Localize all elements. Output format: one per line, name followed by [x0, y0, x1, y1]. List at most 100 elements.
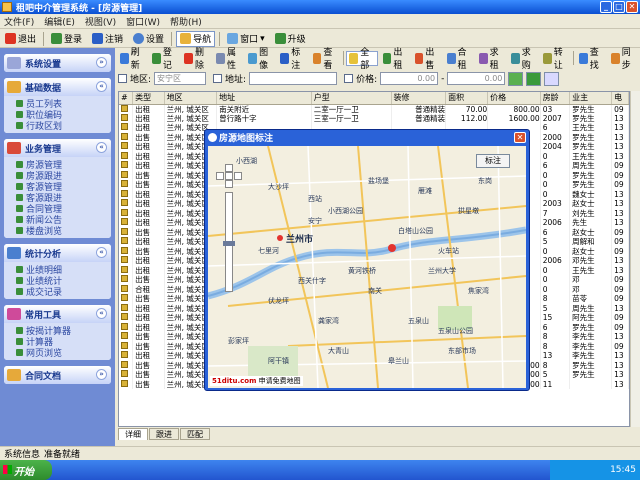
address-checkbox[interactable]	[213, 74, 223, 83]
start-button[interactable]: 开始	[0, 460, 52, 480]
map-view[interactable]: 小西湖 大沙坪 西站 盐场堡 雁滩 东岗 五泉山 伏龙坪 七里河 龚家湾 安宁 小西湖公园 白塔山公园兰…	[208, 146, 526, 388]
sidebar-item-deals[interactable]: 成交记录	[16, 286, 111, 298]
column-header[interactable]: 价格	[487, 92, 541, 105]
app-icon	[2, 2, 12, 12]
table-cell: 阿先生	[569, 313, 613, 323]
sync-button[interactable]: 同步	[609, 48, 638, 71]
taskbar: 开始 15:45	[0, 460, 640, 480]
filter-sale-button[interactable]: 出售	[413, 48, 442, 71]
address-input[interactable]	[249, 72, 338, 85]
column-header[interactable]: 类型	[132, 92, 165, 105]
price-from-input[interactable]: 0.00	[380, 72, 439, 85]
search-button[interactable]: 查找	[577, 48, 606, 71]
collapse-icon[interactable]: »	[96, 369, 107, 380]
close-button[interactable]: ✕	[626, 1, 638, 13]
column-header[interactable]: 电	[611, 92, 629, 105]
sidebar-item-buildings[interactable]: 楼盘浏览	[16, 225, 111, 237]
region-select[interactable]: 安宁区	[154, 72, 207, 85]
menu-help[interactable]: 帮助(H)	[170, 15, 202, 28]
menu-view[interactable]: 视图(V)	[85, 15, 116, 28]
column-header[interactable]: 业主	[569, 92, 613, 105]
collapse-icon[interactable]: »	[96, 57, 107, 68]
sidebar-item-web-browse[interactable]: 网页浏览	[16, 347, 111, 359]
chevron-down-icon: ▾	[260, 33, 265, 44]
delete-button[interactable]: 删除	[182, 48, 211, 71]
filter-wanted-buy-button[interactable]: 求购	[509, 48, 538, 71]
zoom-slider[interactable]	[223, 192, 235, 292]
sidebar-group-stats: 统计分析 « 业绩明细 业绩统计 成交记录	[4, 244, 111, 299]
apply-filter-button[interactable]	[508, 71, 524, 86]
filter-rent-button[interactable]: 出租	[381, 48, 410, 71]
tab-detail[interactable]: 详细	[118, 428, 148, 440]
column-header[interactable]: 地区	[164, 92, 218, 105]
filter-wanted-rent-button[interactable]: 求租	[477, 48, 506, 71]
map-logo: 51ditu.com 申请免费地图	[210, 376, 303, 386]
logout-button[interactable]: 注销	[89, 31, 126, 47]
rent-icon	[382, 52, 392, 64]
table-cell: 0	[540, 189, 571, 199]
column-header[interactable]: 面积	[445, 92, 489, 105]
column-header[interactable]: 房龄	[540, 92, 571, 105]
table-cell: 09	[611, 294, 629, 304]
region-checkbox[interactable]	[118, 74, 127, 83]
collapse-icon[interactable]: «	[96, 81, 107, 92]
sidebar-header-tools[interactable]: 常用工具 «	[4, 305, 111, 323]
tab-match[interactable]: 匹配	[180, 428, 210, 440]
reset-filter-button[interactable]	[526, 71, 542, 86]
table-row[interactable]: 出租 兰州, 城关区 曾行路十字 三室一厅一卫 普通精装 112.00 1600.00 200…	[119, 113, 629, 123]
price-checkbox[interactable]	[344, 74, 354, 83]
annotate-map-button[interactable]: 标注	[476, 154, 510, 168]
column-header[interactable]: 地址	[216, 92, 312, 105]
price-to-input[interactable]: 0.00	[447, 72, 506, 85]
collapse-icon[interactable]: «	[96, 247, 107, 258]
table-scrollbar[interactable]	[630, 91, 640, 427]
sidebar-header-contract-docs[interactable]: 合同文档»	[4, 366, 111, 384]
table-cell: 09	[611, 322, 629, 332]
menu-edit[interactable]: 编辑(E)	[44, 15, 75, 28]
pan-center[interactable]	[225, 172, 233, 180]
table-cell: 出租	[132, 265, 165, 275]
menu-window[interactable]: 窗口(W)	[126, 15, 160, 28]
list-icon	[16, 288, 23, 295]
exit-button[interactable]: 退出	[2, 31, 39, 47]
search-filter-button[interactable]	[544, 71, 560, 86]
table-cell: 邓先生	[569, 256, 613, 266]
refresh-button[interactable]: 刷新	[118, 48, 147, 71]
sidebar-item-districts[interactable]: 行政区划	[16, 120, 111, 132]
sidebar-header-stats[interactable]: 统计分析 «	[4, 244, 111, 262]
tab-followup[interactable]: 跟进	[149, 428, 179, 440]
listing-marker[interactable]	[388, 244, 396, 252]
filter-shared-button[interactable]: 合租	[445, 48, 474, 71]
filter-all-button[interactable]: 全部	[346, 48, 378, 71]
register-button[interactable]: 登记	[150, 48, 179, 71]
map-dialog-close-button[interactable]: ✕	[514, 132, 526, 143]
house-icon	[121, 237, 128, 245]
table-cell: 邓	[569, 275, 613, 285]
sidebar-header-system[interactable]: 系统设置»	[4, 54, 111, 72]
view-button[interactable]: 查看	[311, 48, 340, 71]
pan-right[interactable]	[234, 172, 242, 180]
table-row[interactable]: 出租 兰州, 城关区 南关附近 二室一厅一卫 普通精装 70.00 800.00 03 罗先生 0…	[119, 104, 629, 114]
zoom-handle[interactable]	[223, 241, 235, 246]
column-header[interactable]: 户型	[311, 92, 392, 105]
images-button[interactable]: 图像	[246, 48, 275, 71]
collapse-icon[interactable]: «	[96, 308, 107, 319]
minimize-button[interactable]: _	[600, 1, 612, 13]
maximize-button[interactable]: □	[613, 1, 625, 13]
sidebar-header-basic-data[interactable]: 基础数据 «	[4, 78, 111, 96]
pan-left[interactable]	[216, 172, 224, 180]
login-button[interactable]: 登录	[48, 31, 85, 47]
pan-down[interactable]	[225, 180, 233, 188]
house-icon	[121, 142, 128, 150]
column-header[interactable]: #	[119, 92, 134, 105]
collapse-icon[interactable]: «	[96, 142, 107, 153]
annotate-button[interactable]: 标注	[278, 48, 307, 71]
properties-button[interactable]: 属性	[214, 48, 243, 71]
sidebar-header-business[interactable]: 业务管理 «	[4, 139, 111, 157]
map-place-label: 小西湖	[236, 157, 257, 165]
menu-file[interactable]: 文件(F)	[4, 15, 34, 28]
house-icon	[121, 199, 128, 207]
column-header[interactable]: 装修	[391, 92, 447, 105]
filter-transfer-button[interactable]: 转让	[541, 48, 570, 71]
house-icon	[121, 256, 128, 264]
